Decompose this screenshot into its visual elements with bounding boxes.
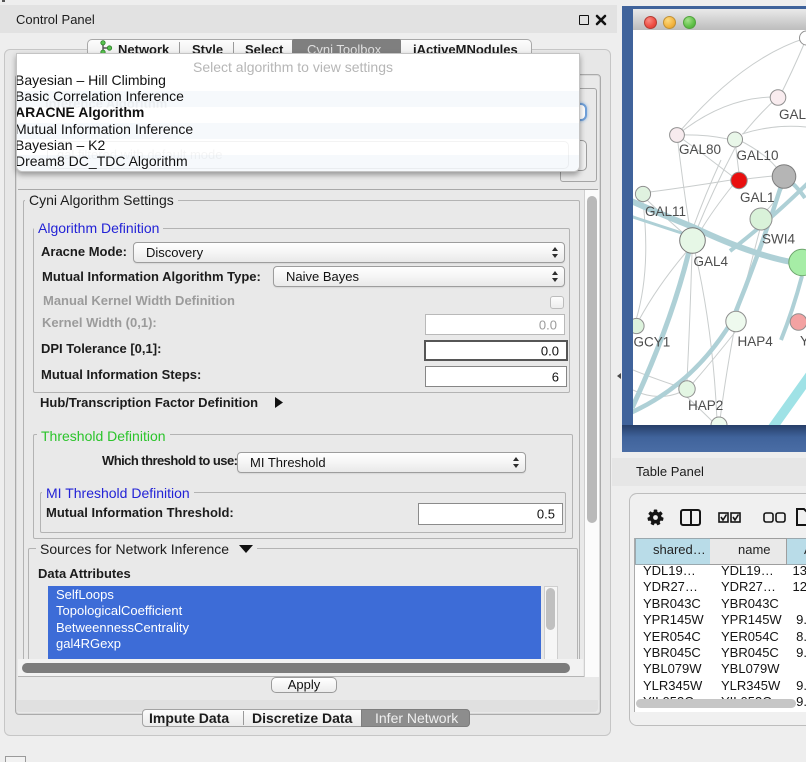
svg-text:HAP4: HAP4 <box>738 334 774 349</box>
svg-text:GAL2: GAL2 <box>779 107 806 122</box>
svg-text:Y: Y <box>800 334 806 349</box>
svg-text:GAL1: GAL1 <box>740 190 775 205</box>
svg-text:GAL10: GAL10 <box>737 148 779 163</box>
svg-text:GAL11: GAL11 <box>645 204 686 219</box>
svg-text:GAL80: GAL80 <box>679 142 721 157</box>
svg-text:SWI4: SWI4 <box>762 232 795 247</box>
svg-text:HAP2: HAP2 <box>688 398 723 413</box>
svg-text:GAL4: GAL4 <box>694 254 729 269</box>
svg-text:GCY1: GCY1 <box>634 335 671 350</box>
